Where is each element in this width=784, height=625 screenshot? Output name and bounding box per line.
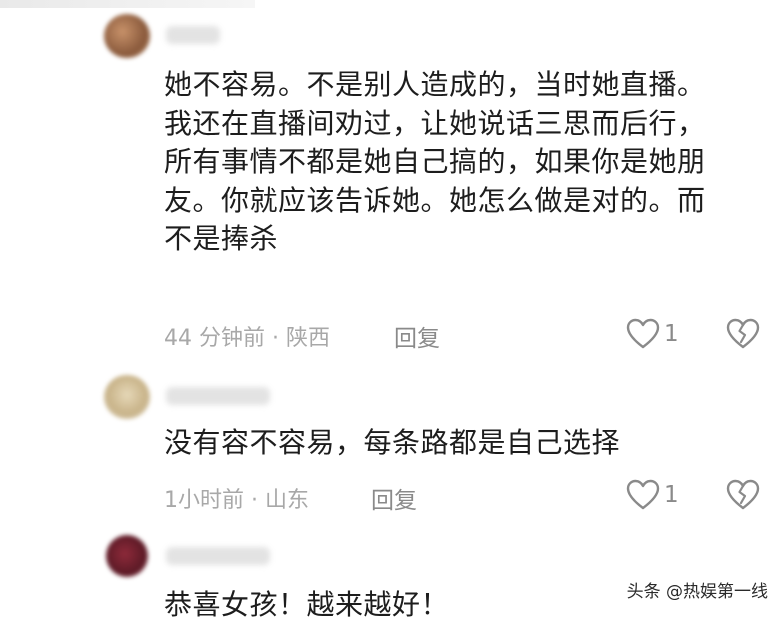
comment-text-line: 不是捧杀 bbox=[164, 222, 279, 255]
comment-text-line: 所有事情不都是她自己搞的，如果你是她朋 bbox=[164, 145, 706, 178]
avatar[interactable] bbox=[106, 535, 148, 577]
like-count: 1 bbox=[664, 321, 679, 347]
username-blurred[interactable] bbox=[166, 387, 270, 405]
comment-text-line: 没有容不容易，每条路都是自己选择 bbox=[164, 426, 621, 459]
avatar[interactable] bbox=[104, 375, 150, 419]
heart-outline-icon bbox=[626, 479, 660, 510]
comment-text-line: 我还在直播间劝过，让她说话三思而后行， bbox=[164, 106, 706, 140]
username-blurred[interactable] bbox=[166, 547, 270, 565]
comment-meta: 44 分钟前 · 陕西 bbox=[164, 326, 330, 351]
comment-text: 没有容不容易，每条路都是自己选择 bbox=[164, 424, 764, 463]
broken-heart-icon bbox=[726, 479, 760, 510]
source-watermark: 头条 @热娱第一线 bbox=[626, 582, 768, 602]
username-blurred[interactable] bbox=[166, 26, 220, 44]
like-button[interactable]: 1 bbox=[626, 479, 679, 511]
dislike-button[interactable] bbox=[726, 479, 760, 515]
dislike-button[interactable] bbox=[726, 318, 760, 354]
comment-text-line: 友。你就应该告诉她。她怎么做是对的。而 bbox=[164, 183, 706, 217]
like-count: 1 bbox=[664, 482, 679, 508]
like-button[interactable]: 1 bbox=[626, 318, 679, 350]
comment-text: 她不容易。不是别人造成的，当时她直播。 我还在直播间劝过，让她说话三思而后行， … bbox=[164, 66, 764, 259]
broken-heart-icon bbox=[726, 318, 760, 349]
reply-button[interactable]: 回复 bbox=[371, 481, 417, 515]
reply-button[interactable]: 回复 bbox=[394, 319, 440, 353]
comment-item: 恭喜女孩！越来越好！ bbox=[0, 525, 784, 621]
heart-outline-icon bbox=[626, 318, 660, 349]
comment-text-line: 她不容易。不是别人造成的，当时她直播。 bbox=[164, 68, 706, 101]
comment-meta: 1小时前 · 山东 bbox=[164, 488, 309, 513]
comment-item: 她不容易。不是别人造成的，当时她直播。 我还在直播间劝过，让她说话三思而后行， … bbox=[0, 0, 784, 365]
comment-item: 没有容不容易，每条路都是自己选择 1小时前 · 山东 回复 1 bbox=[0, 365, 784, 525]
avatar[interactable] bbox=[104, 14, 150, 58]
